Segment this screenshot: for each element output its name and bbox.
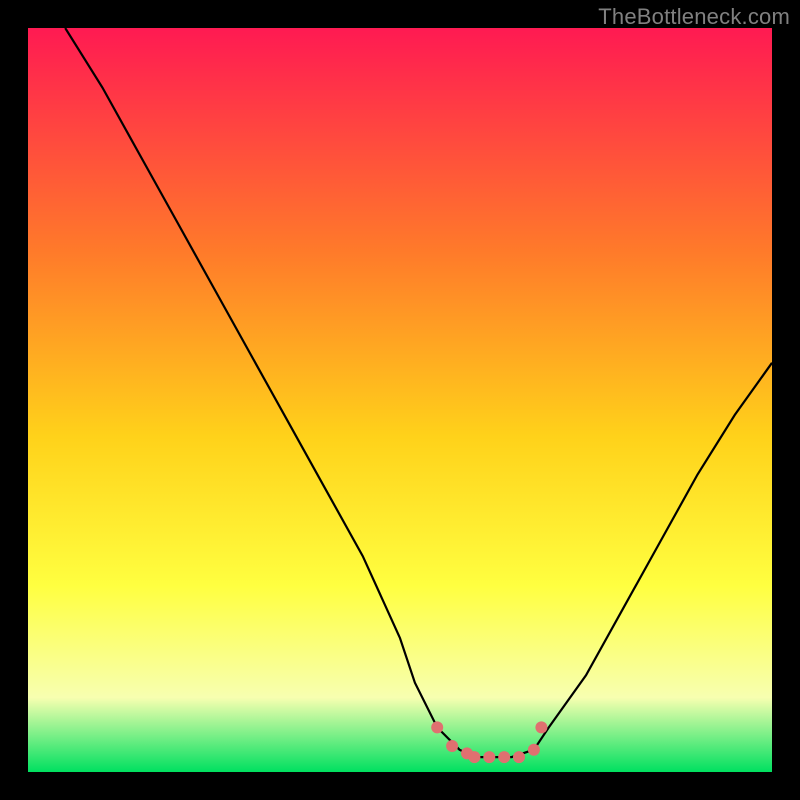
- marker-dot: [446, 740, 458, 752]
- plot-area: [28, 28, 772, 772]
- watermark-text: TheBottleneck.com: [598, 4, 790, 30]
- marker-dot: [513, 751, 525, 763]
- marker-dot: [483, 751, 495, 763]
- gradient-background: [28, 28, 772, 772]
- chart-svg: [28, 28, 772, 772]
- marker-dot: [498, 751, 510, 763]
- marker-dot: [468, 751, 480, 763]
- chart-frame: TheBottleneck.com: [0, 0, 800, 800]
- marker-dot: [528, 744, 540, 756]
- marker-dot: [431, 721, 443, 733]
- marker-dot: [535, 721, 547, 733]
